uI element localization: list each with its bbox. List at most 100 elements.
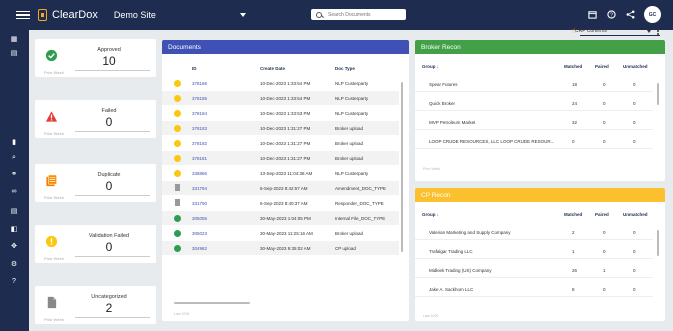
recon-matched[interactable]: 18 <box>572 82 577 87</box>
recon-unmatched[interactable]: 0 <box>633 268 636 273</box>
doc-id-link[interactable]: 305023 <box>192 231 207 236</box>
stat-card-duplicate[interactable]: Duplicate 0 Prior Week <box>35 164 156 202</box>
table-row[interactable]: 338866 13-Sep-2023 11:04:38 AM NLP Custerp… <box>162 166 399 180</box>
col-paired[interactable]: Paired <box>595 64 609 69</box>
recon-row[interactable]: MVP Petroleum Market 32 0 0 <box>415 116 653 130</box>
recon-row[interactable]: Valerian Marketing and Supply Company 2 0 0 <box>415 226 653 240</box>
table-icon[interactable]: ▤ <box>9 48 19 58</box>
map-icon[interactable]: ◧ <box>9 224 19 234</box>
recon-matched[interactable]: 26 <box>572 268 577 273</box>
recon-row[interactable]: Spear Futures 18 0 0 <box>415 78 653 92</box>
documents-h-scrollbar[interactable] <box>174 302 250 304</box>
doc-id-link[interactable]: 378186 <box>192 81 207 86</box>
documents-scrollbar[interactable] <box>401 82 403 252</box>
doc-id-link[interactable]: 331790 <box>192 201 207 206</box>
site-name[interactable]: Demo Site <box>114 10 156 20</box>
move-icon[interactable]: ✥ <box>9 241 19 251</box>
recon-unmatched[interactable]: 0 <box>633 101 636 106</box>
search-input[interactable] <box>328 11 403 18</box>
recon-unmatched[interactable]: 0 <box>633 287 636 292</box>
recon-unmatched[interactable]: 0 <box>633 120 636 125</box>
table-row[interactable]: 304982 30-May-2023 9:35:02 AM CP upload <box>162 241 399 255</box>
recon-matched[interactable]: 8 <box>572 287 575 292</box>
filter-select[interactable]: CRP Confirms <box>575 28 607 34</box>
doc-id-link[interactable]: 378184 <box>192 111 207 116</box>
col-create-date[interactable]: Create Date <box>260 66 285 71</box>
stat-card-approved[interactable]: Approved 10 Prior Week <box>35 39 156 77</box>
menu-icon[interactable] <box>16 10 30 20</box>
stat-card-validation-failed[interactable]: Validation Failed 0 Prior Week <box>35 225 156 263</box>
table-row[interactable]: 378186 10-Dec-2023 1:33:54 PM NLP Custerpa… <box>162 76 399 90</box>
recon-matched[interactable]: 32 <box>572 120 577 125</box>
recon-matched[interactable]: 0 <box>572 139 575 144</box>
recon-row[interactable]: Quick Broker 24 0 0 <box>415 97 653 111</box>
list-icon[interactable]: ▤ <box>9 206 19 216</box>
recon-row[interactable]: Jake A. Sackhom LLC 8 0 0 <box>415 283 653 297</box>
col-paired[interactable]: Paired <box>595 212 609 217</box>
doc-id-link[interactable]: 378182 <box>192 141 207 146</box>
stat-card-failed[interactable]: Failed 0 Prior Week <box>35 100 156 138</box>
table-row[interactable]: 378181 10-Dec-2023 1:31:27 PM Broker uploa… <box>162 151 399 165</box>
col-group[interactable]: Group ↓ <box>422 64 439 69</box>
col-unmatched[interactable]: Unmatched <box>623 64 648 69</box>
recon-row[interactable]: Midkiek Trading (US) Company 26 1 0 <box>415 264 653 278</box>
cp-scrollbar[interactable] <box>657 230 659 256</box>
recon-row[interactable]: LOOP CRUDE RESOURCES, LLC LOOP CRUDE RES… <box>415 135 653 149</box>
recon-unmatched[interactable]: 0 <box>633 82 636 87</box>
sort-down-icon[interactable]: ↓ <box>437 212 439 217</box>
recon-matched[interactable]: 24 <box>572 101 577 106</box>
stat-card-uncategorized[interactable]: Uncategorized 2 Prior Week <box>35 286 156 324</box>
recon-row[interactable]: Trafalgar Trading LLC 1 0 0 <box>415 245 653 259</box>
col-id[interactable]: ID <box>192 66 197 71</box>
recon-paired[interactable]: 0 <box>603 101 606 106</box>
col-unmatched[interactable]: Unmatched <box>623 212 648 217</box>
recon-paired[interactable]: 0 <box>603 249 606 254</box>
doc-id-link[interactable]: 378185 <box>192 96 207 101</box>
table-row[interactable]: 331790 6-Sep-2023 8:40:37 AM Responder_DOC… <box>162 196 399 210</box>
link-icon[interactable]: ⚭ <box>9 169 19 179</box>
infinity-icon[interactable]: ∞ <box>9 186 19 196</box>
table-row[interactable]: 378183 10-Dec-2023 1:31:27 PM Broker uploa… <box>162 121 399 135</box>
doc-id-link[interactable]: 378181 <box>192 156 207 161</box>
col-group[interactable]: Group ↓ <box>422 212 439 217</box>
search-box[interactable] <box>311 9 406 20</box>
table-row[interactable]: 378185 10-Dec-2023 1:33:54 PM NLP Custerpa… <box>162 91 399 105</box>
sort-down-icon[interactable]: ↓ <box>437 64 439 69</box>
help-icon[interactable]: ? <box>606 10 616 20</box>
broker-scrollbar[interactable] <box>657 83 659 105</box>
recon-matched[interactable]: 2 <box>572 230 575 235</box>
app-logo[interactable]: ClearDox <box>38 9 98 21</box>
recon-unmatched[interactable]: 0 <box>633 139 636 144</box>
chevron-down-icon[interactable] <box>647 30 651 33</box>
recon-paired[interactable]: 0 <box>603 82 606 87</box>
search-docs-icon[interactable]: ⌕ <box>9 153 19 163</box>
table-row[interactable]: 305023 30-May-2023 11:25:16 AM Broker uplo… <box>162 226 399 240</box>
recon-paired[interactable]: 0 <box>603 230 606 235</box>
recon-matched[interactable]: 1 <box>572 249 575 254</box>
recon-paired[interactable]: 0 <box>603 287 606 292</box>
share-icon[interactable] <box>625 10 635 20</box>
recon-unmatched[interactable]: 0 <box>633 249 636 254</box>
more-options-icon[interactable] <box>657 27 659 35</box>
col-matched[interactable]: Matched <box>564 64 582 69</box>
settings-icon[interactable]: ⚙ <box>9 259 19 269</box>
calendar-icon[interactable] <box>587 10 597 20</box>
recon-paired[interactable]: 0 <box>603 139 606 144</box>
doc-id-link[interactable]: 338866 <box>192 171 207 176</box>
doc-id-link[interactable]: 331794 <box>192 186 207 191</box>
doc-id-link[interactable]: 304982 <box>192 246 207 251</box>
dashboard-icon[interactable]: ▦ <box>9 34 19 44</box>
recon-paired[interactable]: 0 <box>603 120 606 125</box>
col-doc-type[interactable]: Doc Type <box>335 66 355 71</box>
table-row[interactable]: 378182 10-Dec-2023 1:31:27 PM Broker uploa… <box>162 136 399 150</box>
doc-id-link[interactable]: 378183 <box>192 126 207 131</box>
recon-unmatched[interactable]: 0 <box>633 230 636 235</box>
documents-icon[interactable]: ▮ <box>9 137 19 147</box>
col-matched[interactable]: Matched <box>564 212 582 217</box>
table-row[interactable]: 331794 6-Sep-2023 8:42:57 AM Amendment_DOC… <box>162 181 399 195</box>
table-row[interactable]: 378184 10-Dec-2023 1:33:53 PM NLP Custerpa… <box>162 106 399 120</box>
doc-id-link[interactable]: 305055 <box>192 216 207 221</box>
recon-paired[interactable]: 1 <box>603 268 606 273</box>
user-avatar[interactable]: GC <box>644 6 661 23</box>
site-dropdown-icon[interactable] <box>239 13 246 17</box>
